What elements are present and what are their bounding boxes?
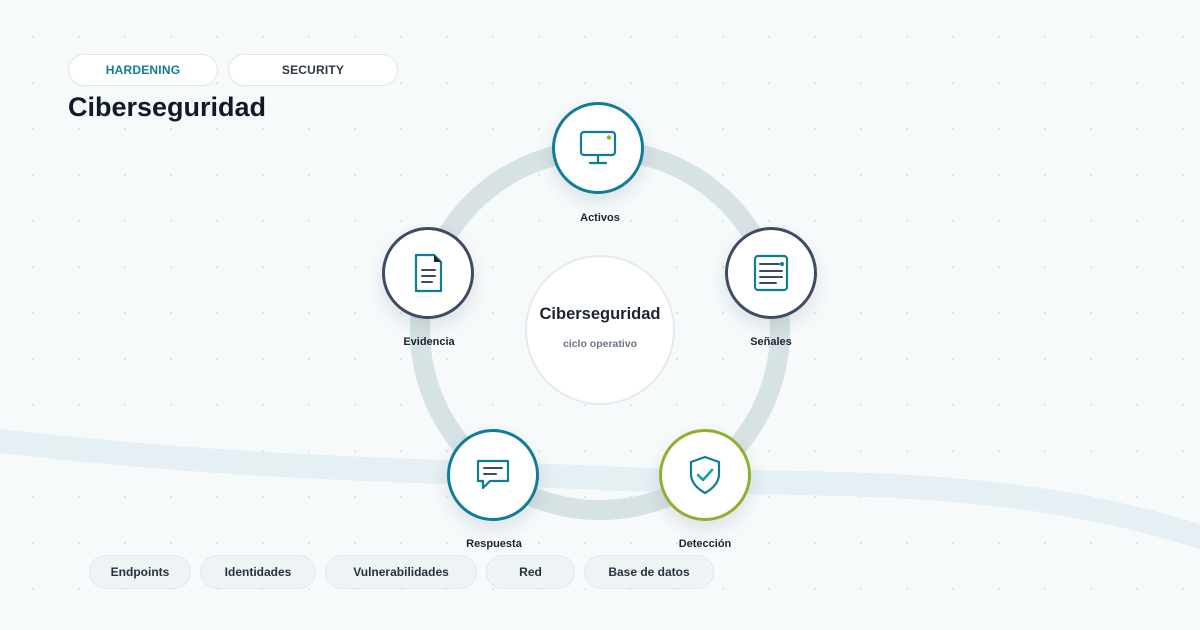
node-label-activos: Activos (580, 212, 620, 224)
chip-endpoints[interactable]: Endpoints (89, 555, 191, 589)
chip-vulnerabilidades[interactable]: Vulnerabilidades (325, 555, 477, 589)
document-icon (414, 253, 443, 293)
node-label-evidencia: Evidencia (403, 336, 455, 348)
chip-base-de-datos[interactable]: Base de datos (584, 555, 714, 589)
node-label-respuesta: Respuesta (466, 538, 522, 550)
node-label-senales: Señales (750, 336, 792, 348)
center-hub: Ciberseguridad ciclo operativo (525, 255, 675, 405)
center-subtitle: ciclo operativo (562, 337, 638, 350)
chat-bubble-icon (476, 459, 510, 490)
node-label-deteccion: Detección (678, 538, 732, 550)
chip-identidades[interactable]: Identidades (200, 555, 316, 589)
log-list-icon (753, 254, 789, 292)
node-respuesta[interactable] (447, 429, 539, 521)
chip-red[interactable]: Red (486, 555, 575, 589)
node-activos[interactable] (552, 102, 644, 194)
node-evidencia[interactable] (382, 227, 474, 319)
shield-check-icon (689, 455, 721, 495)
node-deteccion[interactable] (659, 429, 751, 521)
center-title: Ciberseguridad (539, 304, 661, 323)
monitor-icon (579, 130, 617, 165)
node-senales[interactable] (725, 227, 817, 319)
